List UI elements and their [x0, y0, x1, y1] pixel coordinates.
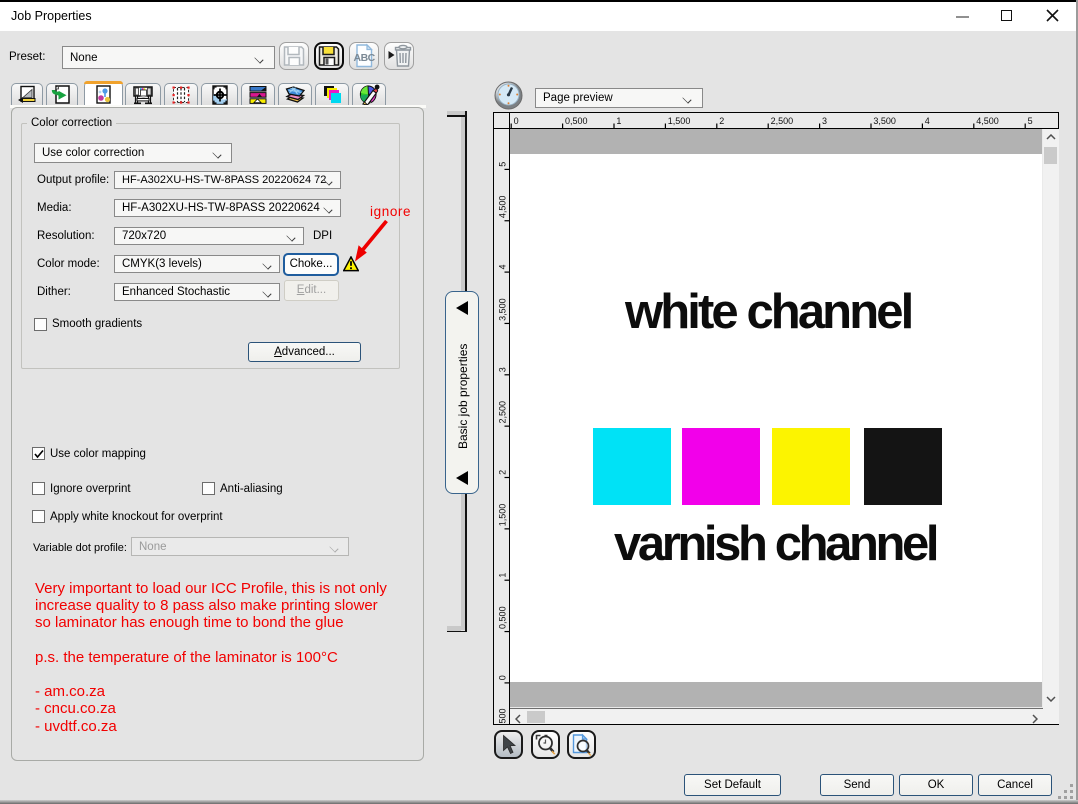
svg-text:4: 4 [925, 116, 930, 126]
svg-text:3,500: 3,500 [498, 298, 508, 321]
svg-text:5: 5 [1028, 116, 1033, 126]
svg-text:0,500: 0,500 [498, 708, 508, 724]
svg-text:2: 2 [498, 470, 508, 475]
svg-text:4: 4 [498, 264, 508, 269]
svg-text:2,500: 2,500 [771, 116, 794, 126]
svg-text:3,500: 3,500 [873, 116, 896, 126]
svg-text:1,500: 1,500 [498, 504, 508, 527]
svg-text:1: 1 [498, 573, 508, 578]
svg-text:4,500: 4,500 [976, 116, 999, 126]
svg-text:2: 2 [719, 116, 724, 126]
svg-text:ABC: ABC [354, 52, 376, 64]
svg-text:5: 5 [498, 162, 508, 167]
svg-text:3: 3 [822, 116, 827, 126]
svg-text:2,500: 2,500 [498, 401, 508, 424]
svg-text:1: 1 [616, 116, 621, 126]
svg-text:0,500: 0,500 [565, 116, 588, 126]
svg-text:4,500: 4,500 [498, 196, 508, 219]
svg-text:3: 3 [498, 367, 508, 372]
svg-text:0: 0 [514, 116, 519, 126]
svg-text:0,500: 0,500 [498, 606, 508, 629]
svg-text:0: 0 [498, 675, 508, 680]
svg-text:1,500: 1,500 [668, 116, 691, 126]
svg-text:Basic job properties: Basic job properties [456, 344, 470, 449]
